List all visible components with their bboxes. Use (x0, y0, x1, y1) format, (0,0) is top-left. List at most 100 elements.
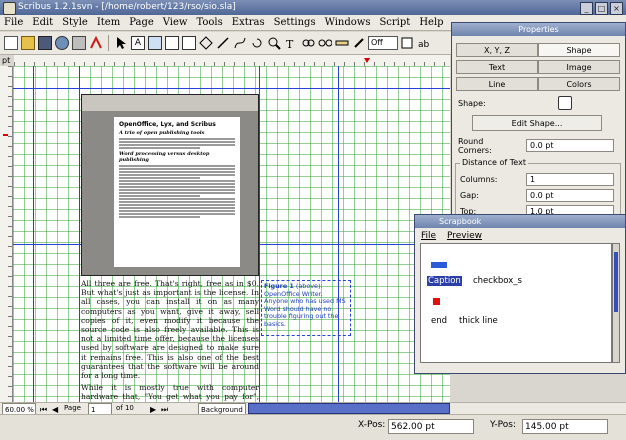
menu-item[interactable]: Item (97, 17, 120, 28)
x-position-label: X-Pos: (358, 420, 386, 430)
text-line (119, 165, 235, 167)
maximize-button[interactable]: □ (595, 2, 608, 15)
pdf-export-icon[interactable] (89, 35, 103, 50)
toolbar-separator (108, 35, 109, 51)
close-button[interactable]: × (610, 2, 623, 15)
embedded-subhead: Word processing versus desktop publishin… (119, 151, 210, 163)
eyedropper-icon[interactable] (352, 36, 366, 50)
ruler-unit-label: pt (2, 56, 11, 65)
globe-icon[interactable] (55, 36, 69, 50)
scrapbook-item-checkbox[interactable]: checkbox_s (473, 276, 522, 286)
text-frame-icon[interactable]: A (131, 36, 145, 50)
tab-colors[interactable]: Colors (538, 77, 620, 91)
scrapbook-scrollbar[interactable] (612, 243, 620, 363)
edit-text-icon[interactable]: T (284, 36, 298, 51)
scrapbook-item-thick-line[interactable]: thick line (459, 316, 498, 326)
text-line (119, 147, 201, 149)
scrollbar-thumb[interactable] (614, 252, 618, 312)
text-line (119, 174, 235, 176)
scrapbook-menu: File Preview (415, 229, 625, 243)
menu-view[interactable]: View (163, 17, 188, 28)
scrapbook-item-caption[interactable]: Caption (427, 276, 462, 286)
scrapbook-item-end[interactable]: end (431, 316, 447, 326)
unlink-frames-icon[interactable] (318, 36, 333, 50)
scribus-app-icon (3, 2, 16, 15)
body-paragraph: While it is mostly true with computer ha… (81, 383, 259, 402)
menu-file[interactable]: File (4, 17, 23, 28)
menu-settings[interactable]: Settings (274, 17, 316, 28)
minimize-button[interactable]: _ (580, 2, 593, 15)
menu-script[interactable]: Script (379, 17, 410, 28)
columns-label: Columns: (460, 175, 498, 184)
table-icon[interactable] (165, 36, 179, 50)
next-page-icon[interactable]: ▶ (150, 405, 156, 414)
shape-preview-icon[interactable] (558, 96, 572, 110)
caption-text-frame[interactable]: Figure 1 (above): OpenOffice Writer. Any… (261, 280, 351, 336)
scrapbook-menu-file[interactable]: File (421, 231, 436, 241)
text-line (119, 141, 235, 143)
round-corners-field[interactable]: 0.0 pt (526, 139, 614, 152)
image-frame-openoffice-screenshot[interactable]: OpenOffice, Lyx, and Scribus A trio of o… (81, 94, 259, 276)
text-line (119, 195, 201, 197)
text-line (119, 216, 201, 218)
toggle-select[interactable]: Off (368, 36, 398, 50)
caption-thumbnail (431, 262, 447, 268)
open-folder-icon[interactable] (21, 36, 35, 50)
new-document-icon[interactable] (4, 36, 18, 50)
text-line (119, 186, 235, 188)
shape-label: Shape: (458, 99, 486, 108)
round-corners-label: Round Corners: (458, 137, 492, 155)
previous-page-icon[interactable]: ◀ (52, 405, 58, 414)
columns-field[interactable]: 1 (526, 173, 614, 186)
measure-icon[interactable] (335, 36, 349, 50)
margin-guide (338, 66, 339, 402)
text-line (119, 183, 235, 185)
vertical-ruler-marker (3, 134, 8, 136)
menu-style[interactable]: Style (62, 17, 88, 28)
select-arrow-icon[interactable] (114, 36, 128, 50)
zoom-icon[interactable] (267, 36, 281, 50)
scrapbook-window: Scrapbook File Preview Caption checkbox_… (414, 214, 626, 374)
body-paragraph: All three are free. That's right, free a… (81, 279, 259, 381)
rotate-icon[interactable] (250, 36, 264, 50)
text-line (119, 168, 235, 170)
embedded-document-page: OpenOffice, Lyx, and Scribus A trio of o… (114, 117, 240, 267)
menu-extras[interactable]: Extras (232, 17, 265, 28)
distance-group-label: Distance of Text (460, 158, 528, 167)
tab-image[interactable]: Image (538, 60, 620, 74)
document-canvas[interactable]: OpenOffice, Lyx, and Scribus A trio of o… (13, 66, 450, 402)
menu-windows[interactable]: Windows (325, 17, 371, 28)
embedded-subtitle: A trio of open publishing tools (119, 130, 205, 136)
margin-guide (33, 66, 34, 402)
status-bar: X-Pos: 562.00 pt Y-Pos: 145.00 pt (0, 414, 626, 440)
menu-page[interactable]: Page (129, 17, 154, 28)
tab-xyz[interactable]: X, Y, Z (456, 43, 538, 57)
text-line (119, 177, 201, 179)
svg-text:ab: ab (418, 40, 430, 50)
vertical-ruler (0, 66, 13, 402)
menu-help[interactable]: Help (419, 17, 443, 28)
annotation-icon[interactable]: ab (417, 36, 431, 50)
menu-edit[interactable]: Edit (32, 17, 53, 28)
polygon-icon[interactable] (199, 36, 213, 50)
pdf-tools-icon[interactable] (400, 36, 414, 50)
tab-line[interactable]: Line (456, 77, 538, 91)
print-icon[interactable] (72, 36, 86, 50)
horizontal-scrollbar[interactable] (248, 403, 450, 414)
tab-text[interactable]: Text (456, 60, 538, 74)
body-text-frame[interactable]: All three are free. That's right, free a… (81, 279, 259, 402)
rectangle-icon[interactable] (182, 36, 196, 50)
scrapbook-items-area[interactable]: Caption checkbox_s end thick line (420, 243, 612, 363)
bezier-icon[interactable] (233, 36, 247, 50)
text-line (119, 198, 235, 200)
window-title: Scribus 1.2.1svn - [/home/robert/123/rso… (18, 2, 236, 12)
line-icon[interactable] (216, 36, 230, 50)
link-frames-icon[interactable] (301, 36, 315, 50)
gap-field[interactable]: 0.0 pt (526, 189, 614, 202)
edit-shape-button[interactable]: Edit Shape... (472, 115, 602, 131)
image-frame-icon[interactable] (148, 36, 162, 50)
scrapbook-menu-preview[interactable]: Preview (447, 231, 482, 241)
menu-tools[interactable]: Tools (197, 17, 223, 28)
save-icon[interactable] (38, 36, 52, 50)
tab-shape[interactable]: Shape (538, 43, 620, 57)
